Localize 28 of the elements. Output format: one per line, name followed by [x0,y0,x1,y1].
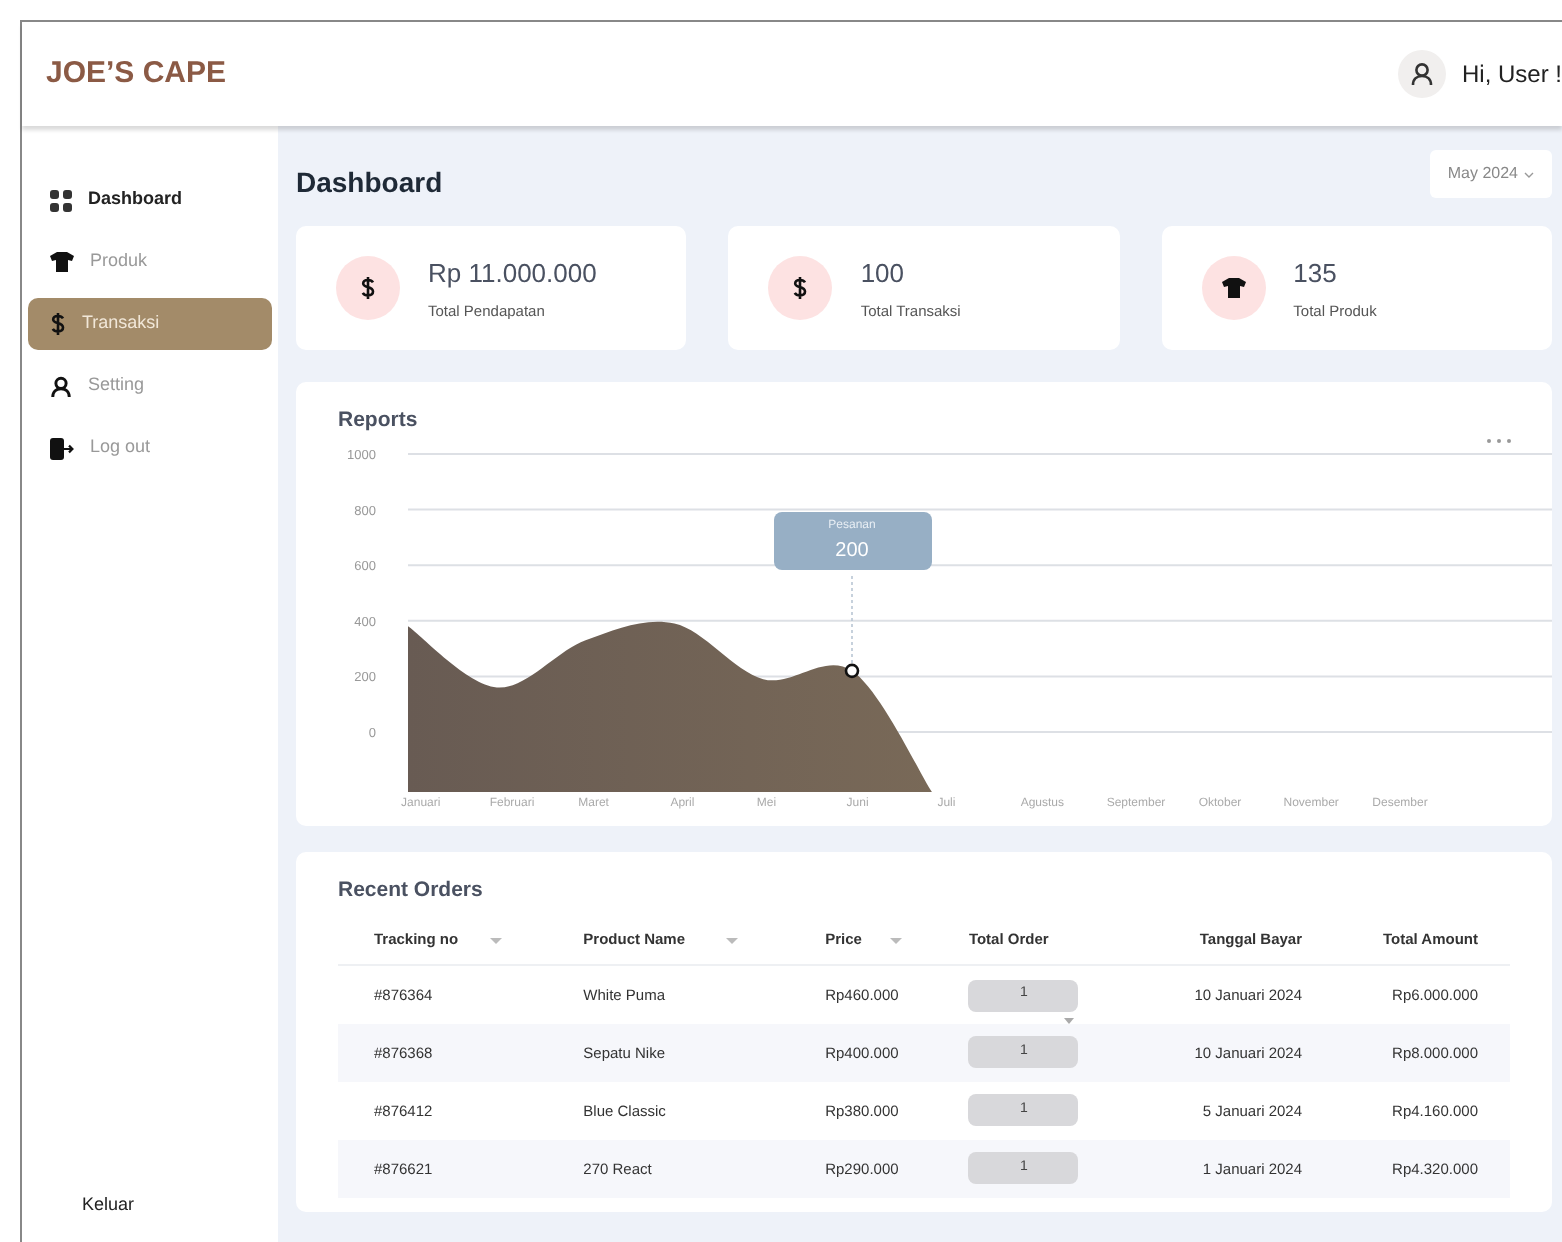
user-icon [50,375,72,397]
dollar-icon [336,256,400,320]
page-title: Dashboard [296,166,443,200]
sort-icon[interactable] [725,937,738,944]
card-title: Reports [338,406,418,436]
more-icon[interactable] [1486,438,1512,444]
dollar-icon [50,312,66,336]
shirt-icon [50,252,74,272]
logout-link[interactable]: Keluar [22,1191,278,1218]
caret-icon [1524,171,1534,177]
stat-value: 135 [1293,255,1339,292]
brand-logo: JOE’S CAPE [46,53,227,94]
leader-line [851,575,853,666]
period-dropdown[interactable]: May 2024 [1429,150,1552,198]
user-icon[interactable] [1397,50,1446,98]
data-point [844,663,860,679]
logout-icon [50,437,74,459]
tooltip-value: 200 [835,537,869,565]
sidebar-item[interactable]: Dashboard [28,174,272,226]
grid-icon [50,189,72,211]
sort-icon[interactable] [889,937,902,944]
user-greeting: Hi, User ! [1461,58,1562,92]
card-title: Recent Orders [338,876,485,906]
dollar-icon [768,256,833,320]
stat-value: 100 [860,255,907,292]
shirt-icon [1201,256,1266,320]
sort-icon[interactable] [490,937,503,944]
stat-value: Rp 11.000.000 [428,255,597,292]
